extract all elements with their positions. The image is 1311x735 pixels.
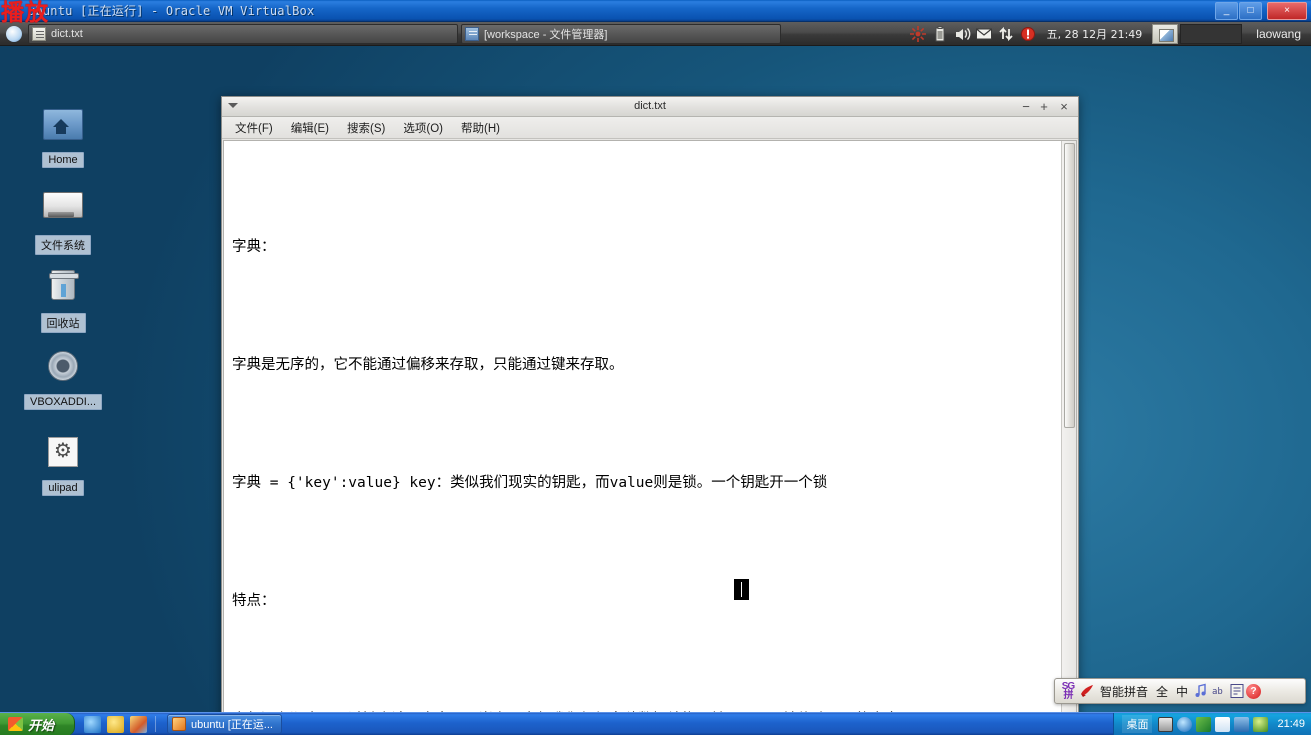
desktop-icon-trash[interactable]: 回收站 (17, 264, 109, 338)
editor-menubar: 文件(F) 编辑(E) 搜索(S) 选项(O) 帮助(H) (222, 117, 1078, 139)
safely-remove-icon[interactable] (1215, 717, 1230, 732)
gear-app-icon (41, 437, 85, 477)
volume-icon[interactable] (952, 25, 972, 43)
desktop-icon-label: 文件系统 (35, 235, 91, 255)
editor-titlebar[interactable]: dict.txt − + × (222, 97, 1078, 117)
desktop-icon-label: ulipad (42, 480, 83, 496)
editor-maximize-button[interactable]: + (1036, 99, 1052, 115)
host-task-button-label: ubuntu [正在运... (191, 716, 273, 732)
ime-logo-icon: SG拼 (1058, 682, 1078, 700)
filesystem-disk-icon (41, 192, 85, 232)
virtualbox-titlebar: ubuntu [正在运行] - Oracle VM VirtualBox _ □… (0, 0, 1311, 22)
virtualbox-icon (172, 717, 186, 731)
editor-line: 字典 = {'key':value} key：类似我们现实的钥匙，而value则… (232, 464, 1051, 503)
cdrom-icon (41, 351, 85, 391)
battery-icon[interactable] (930, 25, 950, 43)
taskbar-item-workspace[interactable]: [workspace - 文件管理器] (461, 24, 781, 44)
network-updown-icon[interactable] (996, 25, 1016, 43)
display-icon[interactable] (1234, 717, 1249, 732)
desktop-icon-label: Home (42, 152, 83, 168)
desktop-icon-vboxadditions[interactable]: VBOXADDI... (12, 346, 114, 415)
text-editor-window[interactable]: dict.txt − + × 文件(F) 编辑(E) 搜索(S) 选项(O) 帮… (221, 96, 1079, 712)
ubuntu-menu-icon[interactable] (3, 24, 25, 44)
host-task-button-virtualbox[interactable]: ubuntu [正在运... (167, 714, 282, 734)
host-minimize-button[interactable]: _ (1215, 2, 1238, 20)
windows-flag-icon (8, 717, 23, 731)
desktop-icon-ulipad[interactable]: ulipad (17, 432, 109, 501)
menu-file[interactable]: 文件(F) (226, 118, 282, 138)
desktop-icon-label: 回收站 (41, 313, 86, 333)
clock[interactable]: 21:49 (1277, 718, 1305, 730)
menu-options[interactable]: 选项(O) (394, 118, 452, 138)
text-file-icon (32, 27, 46, 41)
taskbar-item-label: [workspace - 文件管理器] (484, 26, 607, 42)
trash-icon (41, 270, 85, 310)
text-cursor (734, 579, 749, 600)
ime-width-toggle[interactable]: 全 (1152, 683, 1172, 700)
notepad-icon[interactable] (1228, 682, 1246, 700)
ime-engine-label[interactable]: 智能拼音 (1096, 683, 1152, 700)
media-icon[interactable] (107, 716, 124, 733)
menu-edit[interactable]: 编辑(E) (282, 118, 338, 138)
help-icon[interactable]: ? (1246, 684, 1261, 699)
show-desktop-button[interactable] (1152, 24, 1178, 44)
network-icon[interactable] (908, 25, 928, 43)
nvidia-icon[interactable] (1196, 717, 1211, 732)
system-tray: 桌面 21:49 (1113, 713, 1311, 735)
language-bar-label[interactable]: 桌面 (1122, 715, 1152, 733)
menu-help[interactable]: 帮助(H) (452, 118, 509, 138)
virtualbox-title: ubuntu [正在运行] - Oracle VM VirtualBox (28, 2, 314, 19)
guest-screen: dict.txt [workspace - 文件管理器] (0, 22, 1311, 712)
start-button[interactable]: 开始 (0, 713, 75, 735)
folder-icon (465, 27, 479, 41)
updates-icon[interactable] (1018, 25, 1038, 43)
editor-line: 内部没有顺序，通过键来读取内容，可嵌套，方便我们组织多种数据结构，并且可以原地修… (232, 701, 1051, 712)
start-button-label: 开始 (28, 715, 54, 734)
host-close-button[interactable]: × (1267, 2, 1307, 20)
editor-line: 字典： (232, 228, 1051, 267)
mail-icon[interactable] (974, 25, 994, 43)
panel-username[interactable]: laowang (1242, 27, 1311, 41)
screen-root: ubuntu [正在运行] - Oracle VM VirtualBox _ □… (0, 0, 1311, 735)
editor-line: 特点： (232, 582, 1051, 621)
svg-text:ab: ab (1212, 687, 1223, 697)
ie-icon[interactable] (84, 716, 101, 733)
desktop-icon-label: VBOXADDI... (24, 394, 102, 410)
host-taskbar: 开始 ubuntu [正在运... 桌面 21:49 (0, 712, 1311, 735)
desktop-icon-home[interactable]: Home (17, 104, 109, 173)
smart-pinyin-icon[interactable] (1078, 682, 1096, 700)
abc-icon[interactable]: ab (1210, 682, 1228, 700)
editor-vertical-scrollbar[interactable] (1061, 141, 1076, 712)
panel-empty-slot (1180, 24, 1242, 44)
editor-line: 字典是无序的，它不能通过偏移来存取，只能通过键来存取。 (232, 346, 1051, 385)
editor-text-area[interactable]: 字典： 字典是无序的，它不能通过偏移来存取，只能通过键来存取。 字典 = {'k… (224, 141, 1061, 712)
ime-mode-toggle[interactable]: 中 (1172, 683, 1192, 700)
editor-minimize-button[interactable]: − (1018, 99, 1034, 115)
antivirus-icon[interactable] (1253, 717, 1268, 732)
music-icon[interactable] (1192, 682, 1210, 700)
editor-body[interactable]: 字典： 字典是无序的，它不能通过偏移来存取，只能通过键来存取。 字典 = {'k… (223, 140, 1077, 712)
editor-title: dict.txt (222, 100, 1078, 112)
menu-search[interactable]: 搜索(S) (338, 118, 394, 138)
desktop-icon-filesystem[interactable]: 文件系统 (17, 184, 109, 260)
desktop-area[interactable]: Home 文件系统 回收站 VBOXADDI... ulipad (0, 46, 1311, 712)
ime-toolbar[interactable]: SG拼 智能拼音 全 中 ab ? (1054, 678, 1306, 704)
host-maximize-button[interactable]: □ (1239, 2, 1262, 20)
taskbar-item-label: dict.txt (51, 28, 83, 40)
taskbar-divider (155, 716, 156, 732)
editor-close-button[interactable]: × (1056, 99, 1072, 115)
taskbar-item-dict-txt[interactable]: dict.txt (28, 24, 458, 44)
play-overlay-label: 播放 (1, 1, 49, 25)
network-icon[interactable] (1177, 717, 1192, 732)
home-folder-icon (41, 109, 85, 149)
panel-clock[interactable]: 五, 28 12月 21:49 (1039, 26, 1151, 42)
explorer-icon[interactable] (130, 716, 147, 733)
guest-top-panel: dict.txt [workspace - 文件管理器] (0, 22, 1311, 46)
battery-icon[interactable] (1158, 717, 1173, 732)
scrollbar-thumb[interactable] (1064, 143, 1075, 428)
